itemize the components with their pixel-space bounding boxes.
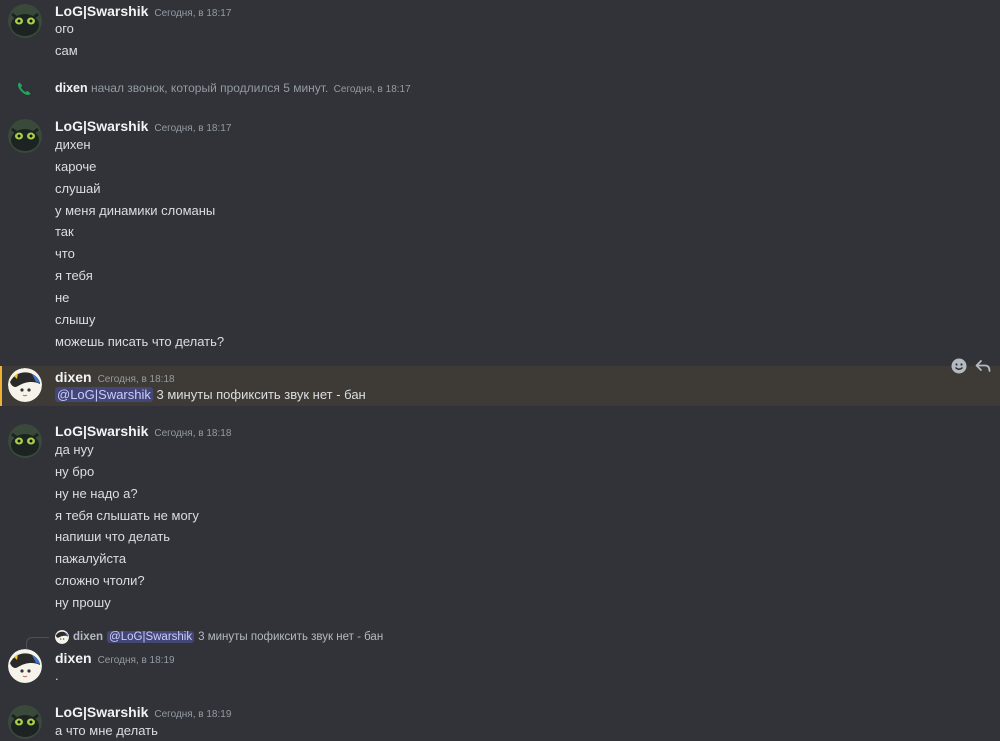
message-line: ну прошу [55,595,111,610]
message-group: dixen Сегодня, в 18:19 . [0,647,1000,687]
message-line: @LoG|Swarshik 3 минуты пофиксить звук не… [55,387,366,402]
anime-avatar-icon [55,630,69,644]
timestamp: Сегодня, в 18:18 [97,374,175,385]
user-mention[interactable]: @LoG|Swarshik [107,631,195,643]
message-line: что [55,246,75,261]
message-line: можешь писать что делать? [55,334,225,349]
avatar-dixen[interactable] [8,649,42,683]
message-line: напиши что делать [55,529,171,544]
call-text: начал звонок, который продлился 5 минут. [91,81,329,95]
message-group: LoG|Swarshik Сегодня, в 18:18 да нуу ну б… [0,421,1000,617]
reply-avatar [55,630,69,644]
avatar-dixen[interactable] [8,368,42,402]
toothless-avatar-icon [8,119,42,153]
username[interactable]: dixen [55,650,92,666]
toothless-avatar-icon [8,424,42,458]
message-line: пажалуйста [55,551,127,566]
avatar-swarshik[interactable] [8,4,42,38]
message-group: LoG|Swarshik Сегодня, в 18:17 ого сам [0,0,1000,66]
message-line: я тебя слышать не могу [55,508,199,523]
message-line: слушай [55,181,101,196]
timestamp: Сегодня, в 18:18 [154,428,232,439]
message-line: ну не надо а? [55,486,138,501]
toothless-avatar-icon [8,705,42,739]
reply-text: 3 минуты пофиксить звук нет - бан [198,631,384,643]
message-line: слышу [55,312,96,327]
message-text: 3 минуты пофиксить звук нет - бан [156,387,366,402]
message-line: дихен [55,137,91,152]
username[interactable]: LoG|Swarshik [55,118,148,134]
anime-avatar-icon [8,649,42,683]
timestamp: Сегодня, в 18:17 [333,84,411,95]
reply-button[interactable] [974,357,992,375]
toothless-avatar-icon [8,4,42,38]
username[interactable]: LoG|Swarshik [55,423,148,439]
timestamp: Сегодня, в 18:17 [154,8,232,19]
timestamp: Сегодня, в 18:19 [154,709,232,720]
username[interactable]: dixen [55,369,92,385]
reply-icon [975,360,991,372]
message-hover-toolbar [944,352,1000,380]
message-line: так [55,224,74,239]
message-line: кароче [55,159,97,174]
avatar-swarshik[interactable] [8,705,42,739]
message-line: я тебя [55,268,93,283]
message-group: LoG|Swarshik Сегодня, в 18:19 а что мне д… [0,702,1000,741]
message-line: сложно чтоли? [55,573,145,588]
username[interactable]: LoG|Swarshik [55,704,148,720]
message-line: ого [55,21,74,36]
anime-avatar-icon [8,368,42,402]
message-line: да нуу [55,442,94,457]
message-line: не [55,290,70,305]
message-group: LoG|Swarshik Сегодня, в 18:17 дихен кароч… [0,116,1000,356]
message-line: сам [55,43,78,58]
add-reaction-icon [951,358,967,374]
phone-icon [17,82,31,96]
timestamp: Сегодня, в 18:17 [154,123,232,134]
call-system-message: dixen начал звонок, который продлился 5 … [0,78,1000,100]
reply-username[interactable]: dixen [73,631,103,643]
chat-log: LoG|Swarshik Сегодня, в 18:17 ого сам dix… [0,0,1000,741]
message-line: у меня динамики сломаны [55,203,216,218]
user-mention[interactable]: @LoG|Swarshik [55,387,153,402]
add-reaction-button[interactable] [950,357,968,375]
avatar-swarshik[interactable] [8,119,42,153]
timestamp: Сегодня, в 18:19 [97,655,175,666]
username[interactable]: dixen [55,81,88,95]
message-line: ну бро [55,464,95,479]
message-group-mentioned[interactable]: dixen Сегодня, в 18:18 @LoG|Swarshik 3 ми… [0,366,1000,406]
reply-reference[interactable]: dixen @LoG|Swarshik 3 минуты пофиксить з… [55,630,383,644]
avatar-swarshik[interactable] [8,424,42,458]
message-line: а что мне делать [55,723,158,738]
message-line: . [55,668,59,683]
username[interactable]: LoG|Swarshik [55,3,148,19]
